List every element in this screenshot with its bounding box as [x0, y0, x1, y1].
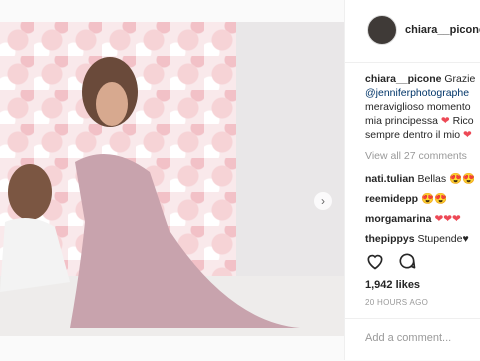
view-all-comments-link[interactable]: View all 27 comments — [365, 150, 467, 162]
next-photo-button[interactable]: › — [314, 192, 332, 210]
heart-emoji: ❤ — [440, 115, 450, 127]
comment-user[interactable]: nati.tulian — [365, 173, 415, 185]
action-bar — [365, 251, 417, 271]
avatar[interactable] — [367, 15, 397, 45]
comments-list: nati.tulian Bellas 😍😍 reemidepp 😍😍 morga… — [365, 169, 480, 249]
comment-item: morgamarina ❤❤❤ — [365, 209, 480, 229]
comment-text: Stupende — [417, 233, 463, 245]
comment-emoji: ❤❤❤ — [434, 213, 461, 225]
caption-mention[interactable]: @jenniferphotographe — [365, 87, 469, 99]
comment-bubble-icon[interactable] — [397, 251, 417, 271]
comment-item: nati.tulian Bellas 😍😍 — [365, 169, 480, 189]
comment-item: thepippys Stupende♥ — [365, 229, 480, 249]
caption: chiara__picone Grazie @jenniferphotograp… — [365, 72, 480, 142]
post-card: › chiara__picone chiara__picone Grazie @… — [0, 0, 480, 360]
post-timestamp: 20 HOURS AGO — [365, 298, 429, 307]
caption-line-3: meraviglioso momento — [365, 101, 471, 113]
comment-user[interactable]: thepippys — [365, 233, 415, 245]
comment-text: Bellas — [417, 173, 447, 185]
caption-line-5: sempre dentro il mio — [365, 129, 461, 141]
comment-user[interactable]: reemidepp — [365, 193, 418, 205]
comment-emoji: 😍😍 — [449, 173, 476, 185]
comment-emoji: ♥ — [462, 233, 469, 245]
comment-user[interactable]: morgamarina — [365, 213, 432, 225]
likes-count[interactable]: 1,942 likes — [365, 279, 420, 291]
heart-outline-icon[interactable] — [365, 251, 385, 271]
comment-emoji: 😍😍 — [421, 193, 448, 205]
caption-line-1: Grazie — [444, 73, 476, 85]
add-comment-bar: Add a comment... — [345, 318, 480, 361]
caption-line-4-tail: Rico — [452, 115, 474, 127]
add-comment-input[interactable]: Add a comment... — [365, 332, 451, 344]
comment-item: reemidepp 😍😍 — [365, 189, 480, 209]
post-sidebar: chiara__picone chiara__picone Grazie @je… — [344, 0, 480, 360]
photo-subjects — [0, 57, 300, 328]
header-username[interactable]: chiara__picone — [405, 24, 480, 36]
post-photo[interactable]: › — [0, 22, 344, 336]
caption-username[interactable]: chiara__picone — [365, 73, 441, 85]
post-header: chiara__picone — [345, 0, 480, 63]
heart-emoji: ❤ — [463, 129, 472, 141]
caption-line-4: mia principessa — [365, 115, 438, 127]
